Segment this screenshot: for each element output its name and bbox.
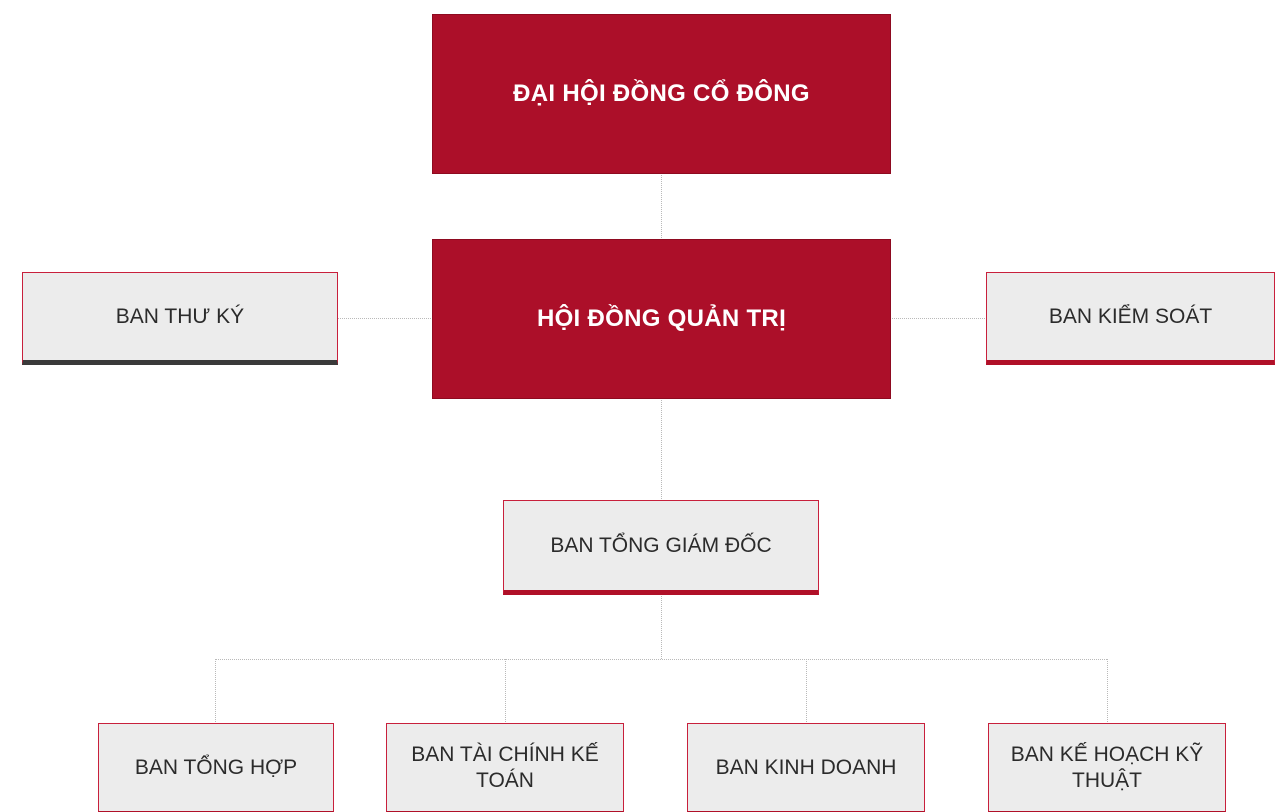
department-label: BAN KINH DOANH	[715, 755, 897, 779]
connector-board-to-executive	[661, 398, 662, 501]
department-box: BAN TỔNG HỢP	[98, 723, 334, 812]
connector-dept-3	[806, 659, 807, 724]
department-label: BAN TÀI CHÍNH KẾ TOÁN	[411, 743, 599, 792]
secretariat-box: BAN THƯ KÝ	[22, 272, 338, 365]
supervisory-board-label: BAN KIỂM SOÁT	[1048, 304, 1213, 328]
connector-dept-2	[505, 659, 506, 724]
supervisory-board-box: BAN KIỂM SOÁT	[986, 272, 1275, 365]
department-box: BAN TÀI CHÍNH KẾ TOÁN	[386, 723, 624, 812]
executive-board-label: BAN TỔNG GIÁM ĐỐC	[550, 533, 772, 557]
department-box: BAN KẾ HOẠCH KỸ THUẬT	[988, 723, 1226, 812]
shareholders-meeting-label: ĐẠI HỘI ĐỒNG CỔ ĐÔNG	[513, 79, 810, 107]
secretariat-label: BAN THƯ KÝ	[115, 304, 245, 328]
department-box: BAN KINH DOANH	[687, 723, 925, 812]
board-of-directors-box: HỘI ĐỒNG QUẢN TRỊ	[432, 239, 891, 399]
executive-board-box: BAN TỔNG GIÁM ĐỐC	[503, 500, 819, 595]
connector-executive-down	[661, 594, 662, 659]
connector-departments-bus	[215, 659, 1107, 660]
connector-board-to-supervisory	[890, 318, 987, 319]
department-label: BAN KẾ HOẠCH KỸ THUẬT	[1010, 743, 1204, 792]
connector-secretariat-to-board	[337, 318, 433, 319]
connector-top-to-board	[661, 173, 662, 240]
connector-dept-1	[215, 659, 216, 724]
org-chart: ĐẠI HỘI ĐỒNG CỔ ĐÔNG HỘI ĐỒNG QUẢN TRỊ B…	[0, 0, 1275, 812]
connector-dept-4	[1107, 659, 1108, 724]
shareholders-meeting-box: ĐẠI HỘI ĐỒNG CỔ ĐÔNG	[432, 14, 891, 174]
board-of-directors-label: HỘI ĐỒNG QUẢN TRỊ	[536, 304, 787, 332]
department-label: BAN TỔNG HỢP	[134, 755, 298, 779]
